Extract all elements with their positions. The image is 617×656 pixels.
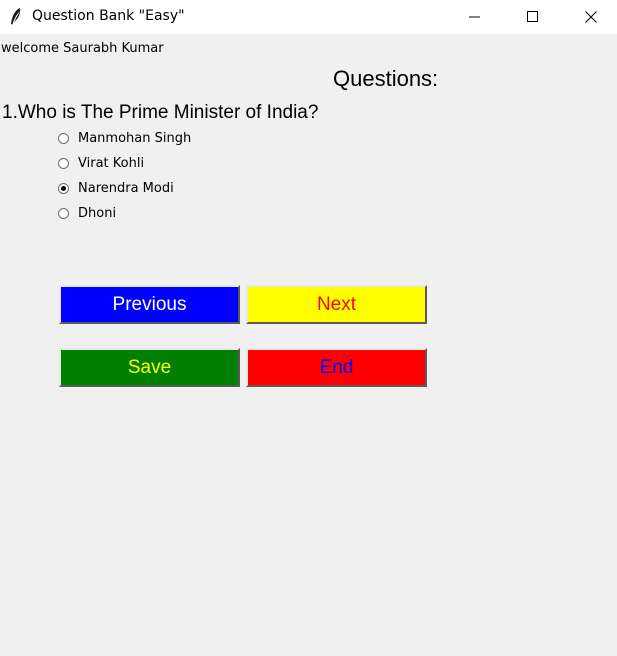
radio-button-selected[interactable] xyxy=(58,182,69,194)
save-button[interactable]: Save xyxy=(59,348,240,387)
option-virat-kohli[interactable]: Virat Kohli xyxy=(58,153,144,173)
option-dhoni[interactable]: Dhoni xyxy=(58,203,116,223)
minimize-icon xyxy=(469,8,481,27)
minimize-button[interactable] xyxy=(446,0,504,34)
next-button[interactable]: Next xyxy=(246,285,427,324)
option-label: Manmohan Singh xyxy=(78,130,192,146)
option-label: Virat Kohli xyxy=(78,155,145,171)
option-narendra-modi[interactable]: Narendra Modi xyxy=(58,178,174,198)
radio-button[interactable] xyxy=(58,157,69,169)
window-title: Question Bank "Easy" xyxy=(32,8,185,24)
title-bar: Question Bank "Easy" xyxy=(0,0,617,34)
end-button[interactable]: End xyxy=(246,348,427,387)
questions-heading: Questions: xyxy=(333,66,439,91)
option-label: Narendra Modi xyxy=(78,180,174,196)
radio-button[interactable] xyxy=(58,132,69,144)
option-manmohan-singh[interactable]: Manmohan Singh xyxy=(58,128,191,148)
close-button[interactable] xyxy=(562,0,617,34)
maximize-button[interactable] xyxy=(504,0,562,34)
previous-button[interactable]: Previous xyxy=(59,285,240,324)
radio-button[interactable] xyxy=(58,207,69,219)
welcome-label: welcome Saurabh Kumar xyxy=(1,41,164,56)
close-icon xyxy=(585,8,597,27)
question-text: 1.Who is The Prime Minister of India? xyxy=(2,102,319,123)
maximize-icon xyxy=(527,8,539,27)
feather-icon xyxy=(9,7,23,27)
option-label: Dhoni xyxy=(78,205,117,221)
